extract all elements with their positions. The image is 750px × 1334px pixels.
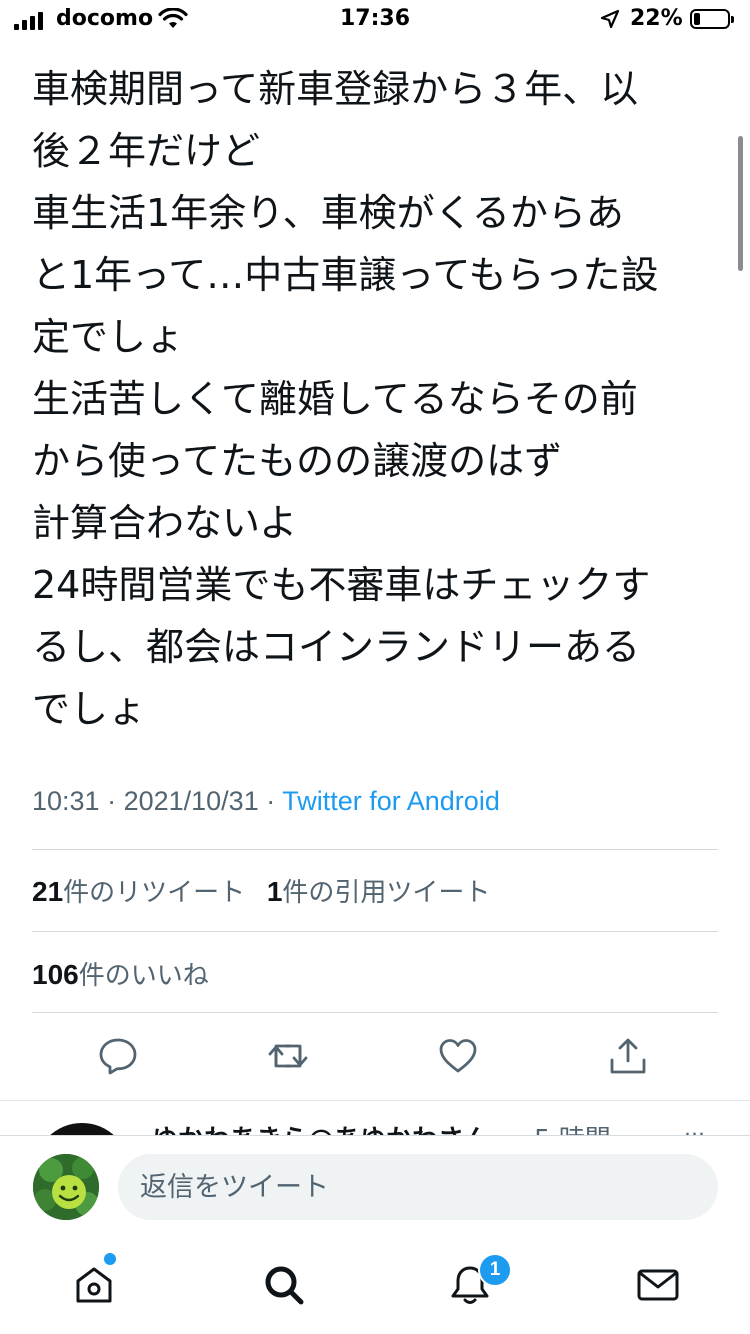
tweet-text: 車検期間って新車登録から３年、以 後２年だけど 車生活1年余り、車検がくるからあ… bbox=[32, 58, 722, 740]
tweet-text-line: 定でしょ bbox=[32, 315, 185, 359]
reply-input[interactable]: 返信をツイート bbox=[118, 1154, 718, 1220]
tweet-text-line: から使ってたものの譲渡のはず bbox=[32, 439, 563, 483]
divider bbox=[32, 1012, 718, 1013]
search-icon[interactable] bbox=[262, 1263, 306, 1307]
retweet-icon[interactable] bbox=[268, 1036, 308, 1076]
retweets-count: 21 bbox=[32, 876, 64, 907]
tweet-text-line: 計算合わないよ bbox=[32, 501, 298, 545]
meta-separator: · bbox=[99, 786, 124, 816]
bottom-tab-bar: 1 bbox=[0, 1235, 750, 1334]
location-arrow-icon bbox=[600, 9, 620, 35]
divider bbox=[32, 849, 718, 850]
tweet-date: 2021/10/31 bbox=[123, 786, 259, 816]
tweet-source-link[interactable]: Twitter for Android bbox=[282, 786, 500, 816]
notification-badge: 1 bbox=[478, 1253, 512, 1287]
messages-icon[interactable] bbox=[636, 1263, 680, 1307]
home-icon[interactable] bbox=[72, 1263, 116, 1307]
quotes-stat[interactable]: 1件の引用ツイート bbox=[266, 876, 491, 907]
likes-count: 106 bbox=[32, 959, 79, 990]
tweet-metadata: 10:31 · 2021/10/31 · Twitter for Android bbox=[32, 786, 500, 817]
likes-stat[interactable]: 106件のいいね bbox=[32, 955, 209, 992]
home-unread-dot bbox=[104, 1253, 116, 1265]
reply-composer: 返信をツイート bbox=[0, 1135, 750, 1236]
scrollbar-thumb[interactable] bbox=[738, 136, 743, 271]
retweet-stats: 21件のリツイート 1件の引用ツイート bbox=[32, 872, 490, 909]
status-bar: docomo 17:36 22% bbox=[0, 0, 750, 40]
quotes-label: 件の引用ツイート bbox=[282, 877, 491, 907]
tweet-time: 10:31 bbox=[32, 786, 100, 816]
tweet-text-line: でしょ bbox=[32, 687, 147, 731]
retweets-label: 件のリツイート bbox=[63, 877, 246, 907]
retweets-stat[interactable]: 21件のリツイート bbox=[32, 876, 246, 907]
reply-preview[interactable]: ゆかわあきら@あゆかわさん 5 時間 ··· bbox=[0, 1100, 750, 1137]
user-avatar[interactable] bbox=[33, 1154, 99, 1220]
tweet-text-line: 24時間営業でも不審車はチェックす bbox=[32, 563, 651, 607]
likes-label: 件のいいね bbox=[78, 960, 209, 990]
tweet-text-line: 車検期間って新車登録から３年、以 bbox=[32, 67, 639, 111]
like-icon[interactable] bbox=[438, 1036, 478, 1076]
tweet-text-line: るし、都会はコインランドリーある bbox=[32, 625, 641, 669]
battery-icon bbox=[690, 9, 734, 29]
reply-icon[interactable] bbox=[98, 1036, 138, 1076]
tweet-text-line: と1年って…中古車譲ってもらった設 bbox=[32, 253, 659, 297]
tweet-detail-screen: docomo 17:36 22% 車検期間って新車登録から３年、以 後２年だけど… bbox=[0, 0, 750, 1334]
tweet-text-line: 生活苦しくて離婚してるならその前 bbox=[32, 377, 638, 421]
share-icon[interactable] bbox=[608, 1036, 648, 1076]
battery-percentage: 22% bbox=[630, 6, 683, 31]
tweet-text-line: 車生活1年余り、車検がくるからあ bbox=[32, 191, 624, 235]
meta-separator: · bbox=[258, 786, 283, 816]
quotes-count: 1 bbox=[266, 876, 283, 907]
divider bbox=[32, 931, 718, 932]
tweet-text-line: 後２年だけど bbox=[32, 129, 261, 173]
